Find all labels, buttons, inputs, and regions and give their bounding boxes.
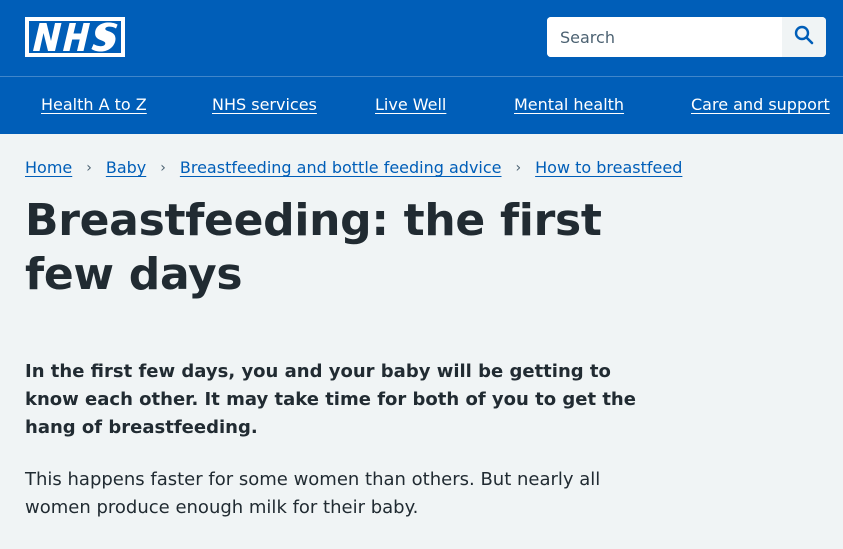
breadcrumb-link-how-to-breastfeed[interactable]: How to breastfeed [535, 158, 682, 177]
body-paragraph: This happens faster for some women than … [25, 469, 601, 518]
chevron-right-icon: › [160, 160, 166, 176]
nav-item-nhs-services[interactable]: NHS services [212, 95, 317, 114]
nav-item-mental-health[interactable]: Mental health [514, 95, 624, 114]
page-title: Breastfeeding: the first few days [25, 195, 602, 300]
breadcrumb: Home › Baby › Breastfeeding and bottle feedi… [25, 158, 682, 177]
search-icon [794, 25, 814, 49]
breadcrumb-link-breastfeeding-and-bottle-feeding[interactable]: Breastfeeding and bottle feeding advice [180, 158, 502, 177]
nhs-logo-graphic [25, 17, 125, 57]
primary-navigation: Health A to Z NHS services Live Well Men… [0, 77, 843, 134]
nav-item-live-well[interactable]: Live Well [375, 95, 446, 114]
site-header: Health A to Z NHS services Live Well Men… [0, 0, 843, 134]
breadcrumb-link-baby[interactable]: Baby [106, 158, 146, 177]
nav-item-care-and-support[interactable]: Care and support [691, 95, 830, 114]
search-input[interactable] [547, 17, 781, 57]
search-form [547, 17, 826, 57]
chevron-right-icon: › [515, 160, 522, 176]
lede-text: In the first few days, you and your baby… [25, 361, 636, 438]
search-button[interactable] [782, 17, 826, 57]
nhs-logo[interactable] [25, 17, 125, 57]
breadcrumb-link-home[interactable]: Home [25, 158, 72, 177]
chevron-right-icon: › [86, 160, 92, 176]
nav-item-health-a-to-z[interactable]: Health A to Z [41, 95, 147, 114]
